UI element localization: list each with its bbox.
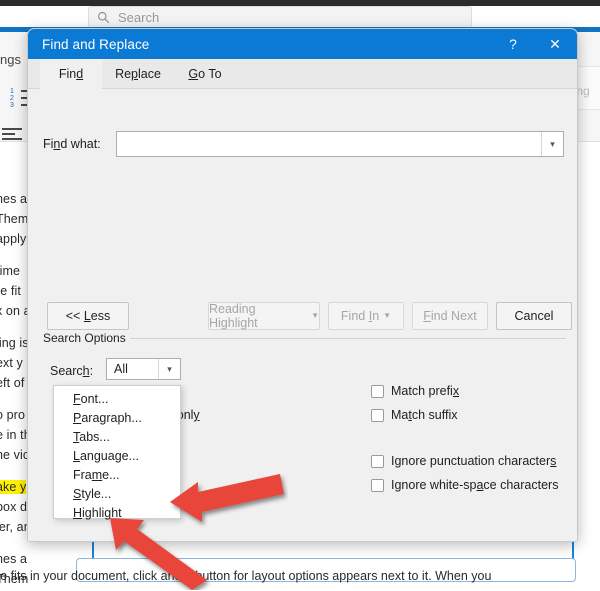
chevron-down-icon[interactable]: ▾ [158, 359, 180, 379]
search-options-group-label: Search Options [43, 331, 132, 345]
document-text-line: Them [0, 212, 29, 226]
document-text-line: box d [0, 500, 28, 514]
menu-item-frame[interactable]: Frame... [54, 465, 180, 484]
help-button[interactable]: ? [493, 29, 533, 59]
checkbox-box [371, 454, 384, 468]
find-next-button[interactable]: Find Next [412, 302, 488, 330]
menu-item-font[interactable]: Font... [54, 389, 180, 408]
ignore-whitespace-checkbox[interactable]: Ignore white-space characters [371, 478, 558, 492]
caret-down-icon: ▼ [311, 311, 319, 320]
ignore-punctuation-checkbox[interactable]: Ignore punctuation characters [371, 454, 556, 468]
reading-highlight-label: Reading Highlight [209, 302, 258, 330]
match-suffix-checkbox[interactable]: Match suffix [371, 408, 457, 422]
document-text-line: time [0, 264, 21, 278]
word-search-bar[interactable]: Search [88, 6, 472, 28]
group-divider [130, 338, 566, 339]
search-scope-value: All [114, 362, 128, 376]
cancel-button[interactable]: Cancel [496, 302, 572, 330]
search-scope-label: Search: [50, 364, 94, 378]
titlebar-buttons: ? ✕ [493, 29, 577, 59]
match-prefix-label: Match prefix [391, 384, 460, 398]
document-text-line: he vic [0, 448, 30, 462]
document-text-line-highlighted: ake y [0, 480, 27, 494]
ignore-punctuation-label: Ignore punctuation characters [391, 454, 557, 468]
checkbox-box [371, 384, 384, 398]
tab-strip: Find Replace Go To [28, 59, 577, 89]
tab-replace[interactable]: Replace [102, 59, 174, 89]
document-text-line: re fit [0, 284, 21, 298]
annotation-arrow-format [110, 518, 207, 590]
menu-item-paragraph[interactable]: Paragraph... [54, 408, 180, 427]
close-icon[interactable]: ✕ [533, 29, 577, 59]
document-text-line: nes a [0, 192, 28, 206]
document-bottom-text: re fits in your document, click and a bu… [0, 569, 492, 583]
screenshot-root: Search ngs 1 2 3 ding nes a Them apply t… [0, 0, 600, 591]
chevron-down-icon[interactable]: ▾ [541, 132, 563, 156]
align-left-icon[interactable] [2, 126, 24, 142]
ignore-whitespace-label: Ignore white-space characters [391, 478, 559, 492]
format-dropdown-menu: Font... Paragraph... Tabs... Language...… [53, 385, 181, 520]
menu-item-tabs[interactable]: Tabs... [54, 427, 180, 446]
ribbon-group-label-left: ngs [0, 52, 21, 67]
word-search-placeholder: Search [118, 9, 160, 25]
document-text-line: apply [0, 232, 27, 246]
search-scope-select[interactable]: All ▾ [106, 358, 181, 380]
match-prefix-checkbox[interactable]: Match prefix [371, 384, 459, 398]
document-text-line: o pro [0, 408, 25, 422]
tab-find[interactable]: Find [40, 59, 102, 89]
document-text-line: ext y [0, 356, 23, 370]
match-suffix-label: Match suffix [391, 408, 458, 422]
find-what-label: Find what: [43, 137, 101, 151]
reading-highlight-button[interactable]: Reading Highlight ▼ [208, 302, 320, 330]
less-button[interactable]: << Less [47, 302, 129, 330]
caret-down-icon: ▼ [383, 311, 392, 320]
document-text-line: nes a [0, 552, 28, 566]
tab-go-to[interactable]: Go To [174, 59, 236, 89]
menu-item-language[interactable]: Language... [54, 446, 180, 465]
document-text-line: eft of [0, 376, 25, 390]
checkbox-box [371, 478, 384, 492]
search-icon [98, 11, 110, 23]
dialog-titlebar[interactable]: Find and Replace ? ✕ [28, 29, 577, 59]
find-what-input[interactable]: ▾ [116, 131, 564, 157]
checkbox-box [371, 408, 384, 422]
dialog-title: Find and Replace [42, 36, 150, 52]
document-text-line: ling is [0, 336, 29, 350]
find-in-button[interactable]: Find In ▼ [328, 302, 404, 330]
cancel-label: Cancel [514, 309, 554, 323]
menu-item-style[interactable]: Style... [54, 484, 180, 503]
